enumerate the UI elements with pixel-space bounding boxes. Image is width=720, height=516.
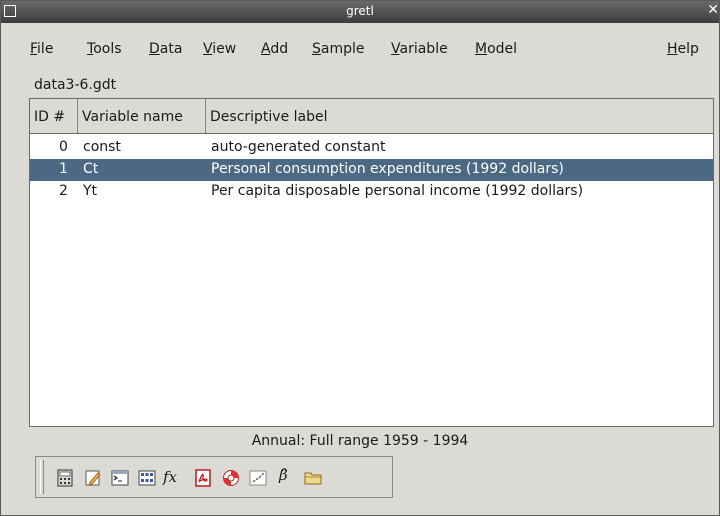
calculator-icon[interactable] [56, 469, 74, 487]
terminal-icon[interactable] [111, 469, 129, 487]
column-header-variable-name[interactable]: Variable name [78, 99, 206, 133]
column-header-id[interactable]: ID # [30, 99, 78, 133]
toolbar-grip[interactable] [40, 460, 44, 494]
table-row[interactable]: 0 const auto-generated constant [30, 137, 713, 159]
row-descriptive-label: Per capita disposable personal income (1… [211, 183, 584, 199]
menu-variable[interactable]: Variable [391, 41, 448, 57]
row-variable-name: Ct [83, 161, 99, 177]
menu-help[interactable]: Help [667, 41, 699, 57]
row-variable-name: const [83, 139, 121, 155]
edit-script-icon[interactable] [84, 469, 102, 487]
row-id: 0 [59, 139, 68, 155]
pdf-help-icon[interactable] [194, 469, 212, 487]
window-title: gretl [346, 4, 374, 18]
beta-hat-icon[interactable]: β̂ [279, 466, 295, 484]
toolbar: fx β̂ [35, 456, 393, 498]
table-row[interactable]: 2 Yt Per capita disposable personal inco… [30, 181, 713, 203]
variable-list[interactable]: ID # Variable name Descriptive label 0 c… [29, 98, 714, 427]
close-icon[interactable]: ✕ [707, 2, 719, 18]
status-bar-sample-range: Annual: Full range 1959 - 1994 [251, 433, 469, 449]
menu-bar: File Tools Data View Add Sample Variable… [30, 41, 709, 63]
menu-tools[interactable]: Tools [87, 41, 122, 57]
column-header-descriptive-label[interactable]: Descriptive label [206, 99, 713, 133]
menu-add[interactable]: Add [261, 41, 288, 57]
title-bar: gretl ✕ [1, 1, 719, 23]
gretl-main-window: gretl ✕ File Tools Data View Add Sample … [0, 0, 720, 516]
help-lifebuoy-icon[interactable] [222, 469, 240, 487]
dataset-filename: data3-6.gdt [34, 77, 117, 93]
scatter-plot-icon[interactable] [249, 469, 267, 487]
table-header: ID # Variable name Descriptive label [30, 99, 713, 134]
menu-view[interactable]: View [203, 41, 236, 57]
function-icon[interactable]: fx [163, 468, 189, 486]
row-descriptive-label: auto-generated constant [211, 139, 386, 155]
menu-data[interactable]: Data [149, 41, 182, 57]
row-variable-name: Yt [83, 183, 98, 199]
row-id: 1 [59, 161, 68, 177]
menu-file[interactable]: File [30, 41, 53, 57]
session-icon-view-icon[interactable] [138, 469, 156, 487]
menu-sample[interactable]: Sample [312, 41, 365, 57]
row-id: 2 [59, 183, 68, 199]
menu-model[interactable]: Model [475, 41, 517, 57]
open-folder-icon[interactable] [304, 469, 322, 487]
row-descriptive-label: Personal consumption expenditures (1992 … [211, 161, 564, 177]
table-row-selected[interactable]: 1 Ct Personal consumption expenditures (… [30, 159, 713, 181]
